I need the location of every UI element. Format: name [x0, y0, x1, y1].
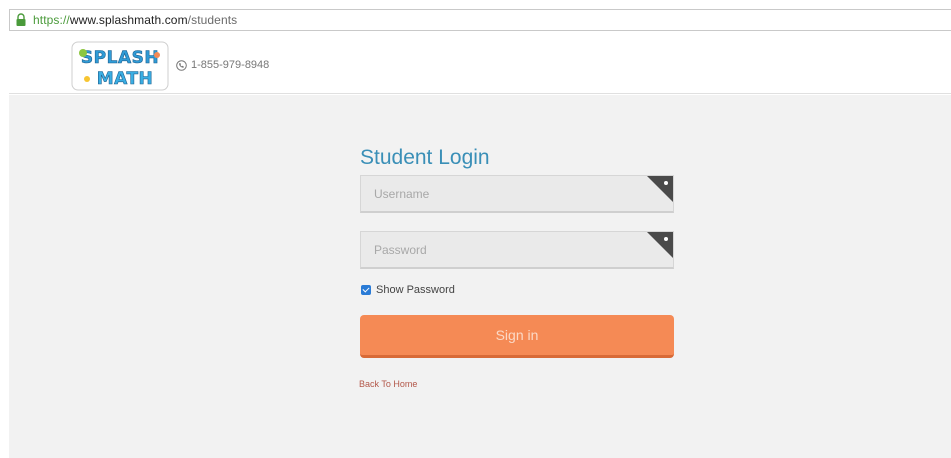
- page: https://www.splashmath.com/students SPLA…: [0, 0, 951, 458]
- show-password-checkbox[interactable]: [361, 285, 371, 295]
- password-field-wrapper: [360, 231, 674, 269]
- page-title: Student Login: [360, 146, 490, 169]
- field-corner-icon: [647, 176, 673, 202]
- url-host: www.splashmath.com: [69, 13, 188, 27]
- phone-icon: [176, 59, 187, 71]
- url-scheme: https://: [33, 13, 70, 27]
- url-field[interactable]: https://www.splashmath.com/students: [9, 9, 951, 31]
- sign-in-button[interactable]: Sign in: [360, 315, 674, 358]
- back-to-home-link[interactable]: Back To Home: [359, 379, 417, 389]
- show-password-toggle[interactable]: Show Password: [361, 284, 455, 296]
- username-field-wrapper: [360, 175, 674, 213]
- phone-number: 1-855-979-8948: [191, 59, 270, 71]
- field-corner-icon: [647, 232, 673, 258]
- logo-text-bottom: MATH: [97, 69, 154, 89]
- username-input[interactable]: [361, 176, 673, 211]
- login-area: Student Login Show Password: [9, 95, 951, 458]
- url-text: https://www.splashmath.com/students: [33, 13, 237, 27]
- phone-contact: 1-855-979-8948: [176, 59, 269, 71]
- show-password-label: Show Password: [376, 284, 455, 296]
- site-header: SPLASH MATH 1-855-979-8948: [9, 38, 951, 94]
- lock-icon: [15, 13, 27, 27]
- browser-address-bar: https://www.splashmath.com/students: [0, 0, 951, 32]
- url-path: /students: [187, 13, 238, 27]
- logo-text-top: SPLASH: [81, 48, 159, 68]
- password-input[interactable]: [361, 232, 673, 267]
- splashmath-logo[interactable]: SPLASH MATH: [71, 41, 169, 91]
